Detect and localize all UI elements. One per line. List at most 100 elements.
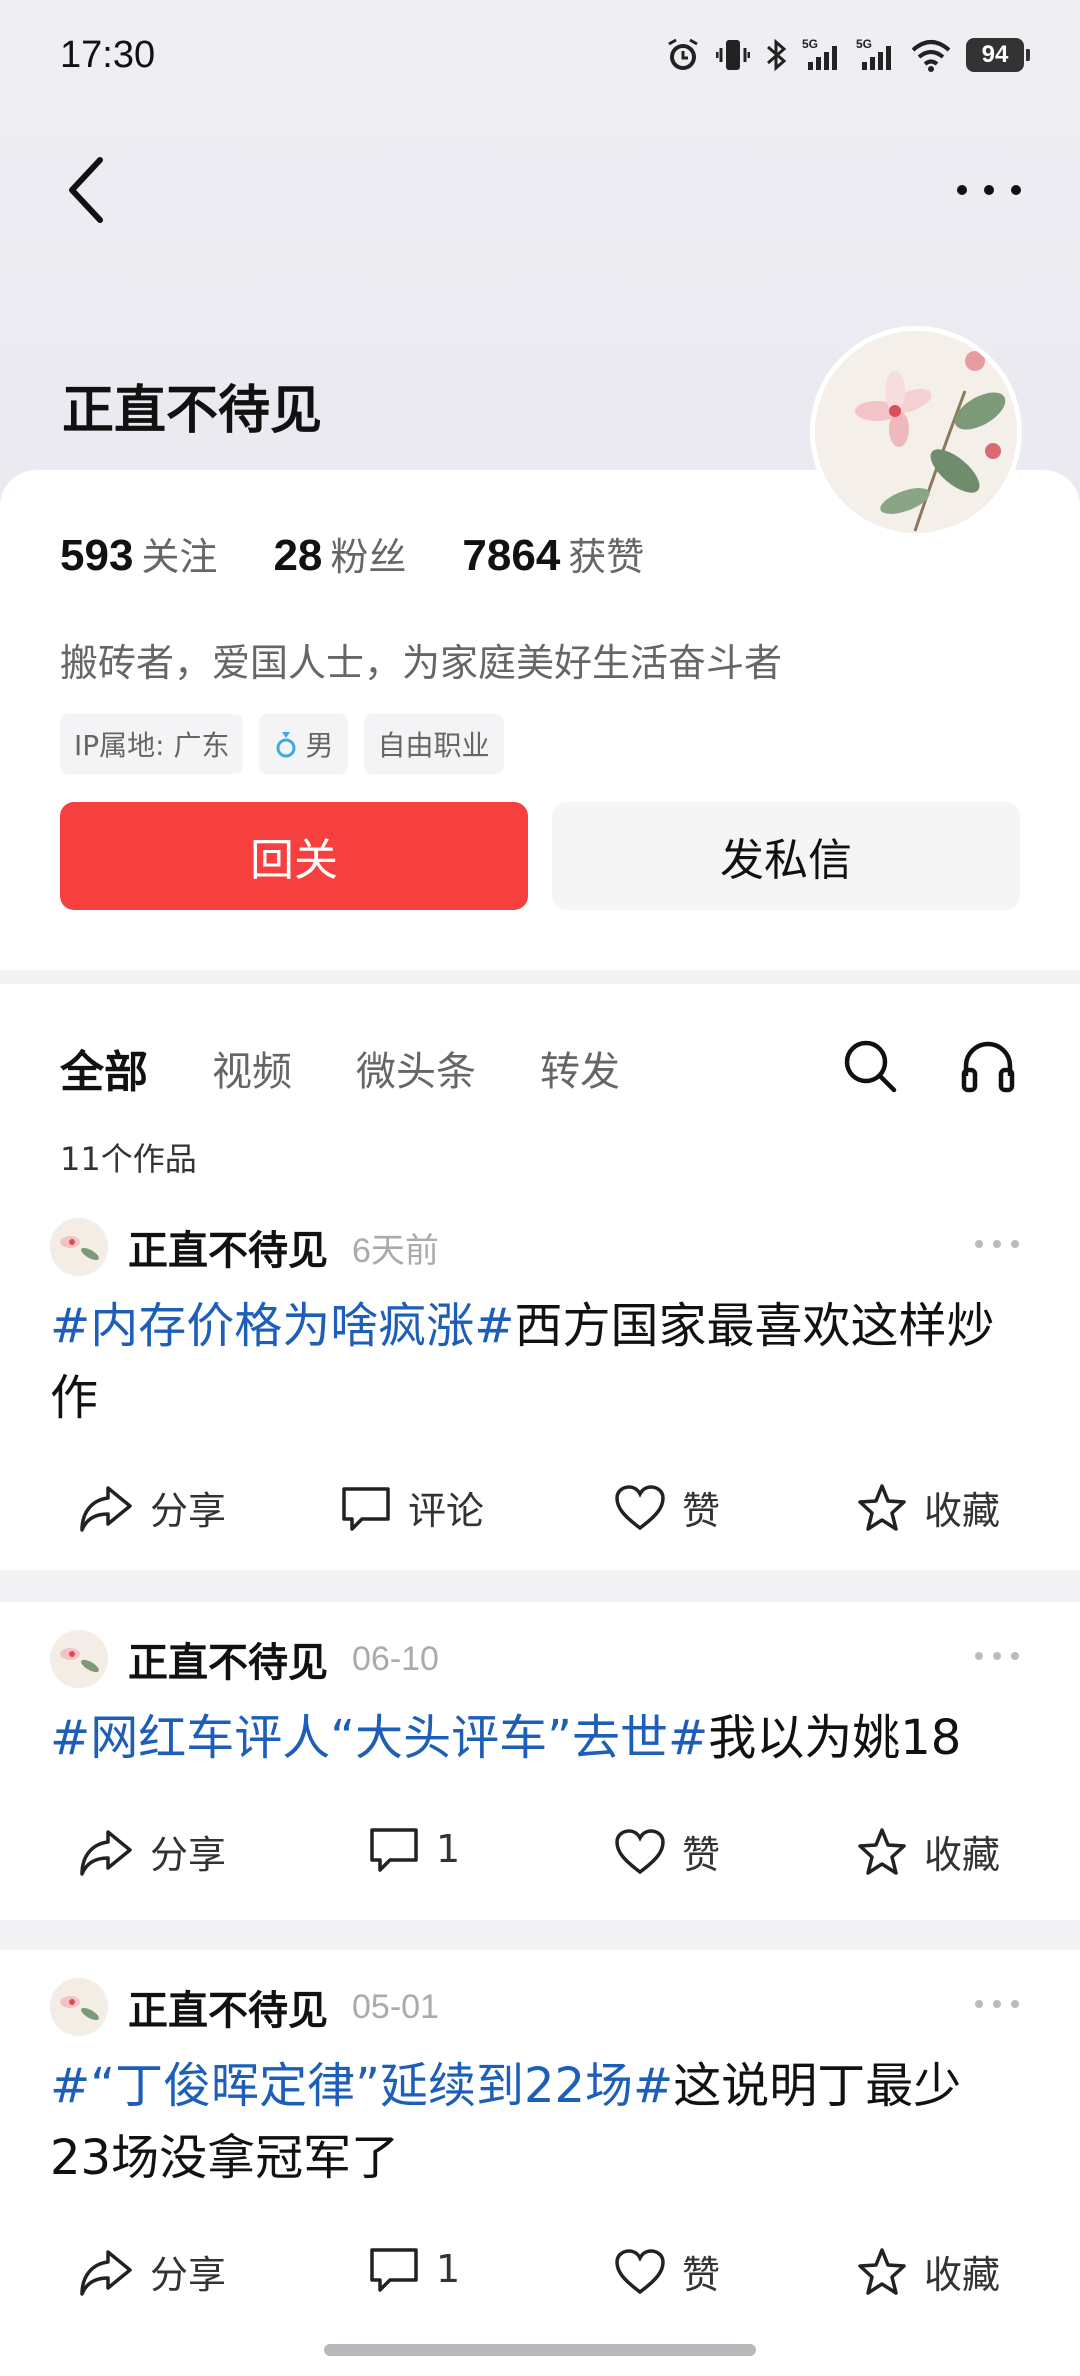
more-options-icon[interactable] [974, 1646, 1020, 1666]
works-count: 11个作品 [60, 1140, 197, 1178]
more-options-icon[interactable] [974, 1234, 1020, 1254]
post-avatar[interactable] [50, 1630, 108, 1688]
like-label: 赞 [682, 1833, 721, 1877]
post-card[interactable]: 正直不待见 06-10 #网红车评人“大头评车”去世#我以为姚18 分享 1 赞… [0, 1602, 1080, 1920]
stat-followers[interactable]: 28 粉丝 [273, 526, 406, 581]
tag-label: IP属地: 广东 [74, 729, 230, 762]
status-icons: 5G 5G 94 [664, 36, 1030, 74]
status-time: 17:30 [60, 34, 156, 76]
comment-button[interactable]: 1 [368, 2244, 460, 2294]
post-actions: 分享 1 赞 收藏 [0, 2244, 1080, 2304]
comment-button[interactable]: 评论 [340, 1480, 484, 1535]
collect-button[interactable]: 收藏 [856, 2244, 1000, 2299]
heart-icon [615, 1828, 665, 1874]
post-time: 06-10 [352, 1639, 439, 1678]
post-header: 正直不待见 6天前 [50, 1218, 439, 1276]
stat-following[interactable]: 593 关注 [60, 526, 217, 581]
post-author[interactable]: 正直不待见 [128, 1978, 328, 2036]
share-icon [80, 1829, 132, 1876]
comment-count: 1 [436, 1827, 461, 1871]
comment-button[interactable]: 1 [368, 1824, 460, 1874]
flower-avatar-image [50, 1630, 108, 1688]
star-icon [858, 1483, 906, 1531]
post-time: 05-01 [352, 1987, 439, 2026]
post-time: 6天前 [352, 1231, 439, 1270]
avatar[interactable] [810, 326, 1022, 538]
tab-all[interactable]: 全部 [60, 1036, 148, 1100]
stat-label: 获赞 [568, 535, 645, 579]
heart-icon [615, 2248, 665, 2294]
share-button[interactable]: 分享 [78, 2244, 226, 2299]
like-label: 赞 [682, 1489, 721, 1533]
content-tabs: 全部 视频 微头条 转发 [60, 1036, 620, 1100]
profile-stats: 593 关注 28 粉丝 7864 获赞 [60, 526, 644, 581]
tab-repost[interactable]: 转发 [540, 1039, 620, 1097]
flower-avatar-image [50, 1218, 108, 1276]
post-divider [0, 1570, 1080, 1586]
battery-indicator: 94 [966, 38, 1030, 72]
stat-label: 粉丝 [330, 535, 407, 579]
share-button[interactable]: 分享 [78, 1480, 226, 1535]
comment-count: 1 [436, 2247, 461, 2291]
search-icon[interactable] [840, 1036, 900, 1096]
tag-ip-location: IP属地: 广东 [60, 714, 244, 774]
profile-bio: 搬砖者，爱国人士，为家庭美好生活奋斗者 [60, 641, 783, 685]
svg-text:5G: 5G [856, 37, 872, 51]
post-avatar[interactable] [50, 1218, 108, 1276]
post-hashtag[interactable]: #网红车评人“大头评车”去世# [50, 1710, 708, 1766]
more-options-icon[interactable] [954, 170, 1024, 210]
share-button[interactable]: 分享 [78, 1824, 226, 1879]
flower-avatar-image [50, 1978, 108, 2036]
comment-icon [370, 2248, 418, 2292]
collect-label: 收藏 [924, 1833, 1001, 1877]
post-card[interactable]: 正直不待见 05-01 #“丁俊晖定律”延续到22场#这说明丁最少23场没拿冠军… [0, 1950, 1080, 2376]
post-author[interactable]: 正直不待见 [128, 1218, 328, 1276]
star-icon [858, 1827, 906, 1875]
status-bar: 17:30 5G 5G 94 [0, 0, 1080, 110]
collect-button[interactable]: 收藏 [856, 1824, 1000, 1879]
collect-label: 收藏 [924, 2253, 1001, 2297]
like-button[interactable]: 赞 [614, 2244, 720, 2299]
svg-text:5G: 5G [802, 37, 818, 51]
like-button[interactable]: 赞 [614, 1480, 720, 1535]
collect-button[interactable]: 收藏 [856, 1480, 1000, 1535]
post-text: 我以为姚18 [708, 1710, 962, 1766]
stat-number: 593 [60, 531, 134, 580]
bluetooth-icon [767, 38, 787, 72]
post-avatar[interactable] [50, 1978, 108, 2036]
post-content[interactable]: #内存价格为啥疯涨#西方国家最喜欢这样炒作 [50, 1290, 1010, 1434]
share-icon [80, 1485, 132, 1532]
profile-tags: IP属地: 广东 男 自由职业 [60, 714, 504, 774]
headphones-icon[interactable] [958, 1036, 1018, 1096]
like-button[interactable]: 赞 [614, 1824, 720, 1879]
share-icon [80, 2249, 132, 2296]
tag-gender: 男 [259, 714, 348, 774]
comment-icon [370, 1828, 418, 1872]
follow-back-button[interactable]: 回关 [60, 802, 528, 910]
post-header: 正直不待见 05-01 [50, 1978, 439, 2036]
flower-avatar-image [815, 331, 1017, 533]
share-label: 分享 [150, 2253, 227, 2297]
collect-label: 收藏 [924, 1489, 1001, 1533]
comment-label: 评论 [408, 1489, 485, 1533]
comment-icon [342, 1486, 390, 1531]
stat-likes[interactable]: 7864 获赞 [462, 526, 644, 581]
like-label: 赞 [682, 2253, 721, 2297]
home-indicator[interactable] [324, 2344, 756, 2356]
send-message-button[interactable]: 发私信 [552, 802, 1020, 910]
post-content[interactable]: #网红车评人“大头评车”去世#我以为姚18 [50, 1702, 1010, 1774]
tab-video[interactable]: 视频 [212, 1039, 292, 1097]
vibrate-icon [716, 40, 750, 70]
post-author[interactable]: 正直不待见 [128, 1630, 328, 1688]
post-card[interactable]: 正直不待见 6天前 #内存价格为啥疯涨#西方国家最喜欢这样炒作 分享 评论 赞 … [0, 1190, 1080, 1570]
more-options-icon[interactable] [974, 1994, 1020, 2014]
stat-number: 28 [273, 531, 323, 580]
tab-micro-post[interactable]: 微头条 [356, 1039, 476, 1097]
post-hashtag[interactable]: #“丁俊晖定律”延续到22场# [50, 2058, 673, 2114]
tag-occupation: 自由职业 [363, 714, 504, 774]
post-content[interactable]: #“丁俊晖定律”延续到22场#这说明丁最少23场没拿冠军了 [50, 2050, 1010, 2194]
post-hashtag[interactable]: #内存价格为啥疯涨# [50, 1298, 514, 1354]
back-arrow-icon[interactable] [58, 150, 118, 230]
stat-label: 关注 [141, 535, 218, 579]
star-icon [858, 2247, 906, 2295]
